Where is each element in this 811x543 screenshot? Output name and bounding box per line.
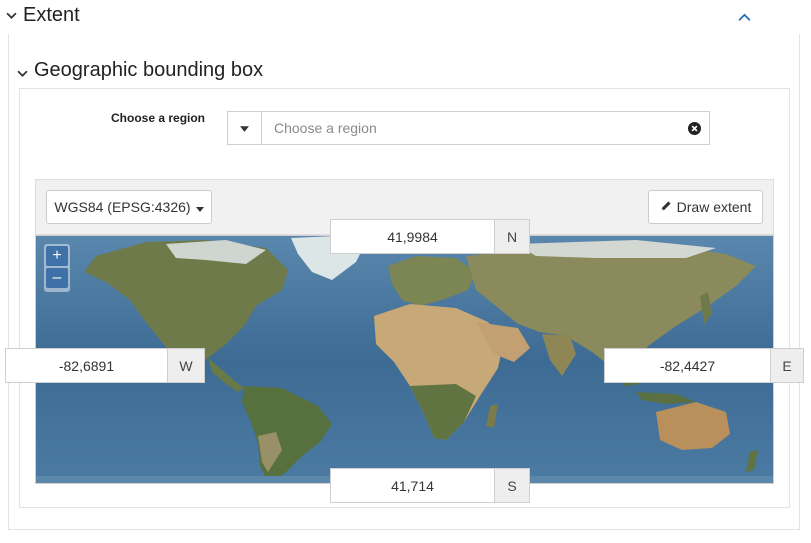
east-unit: E xyxy=(771,348,804,383)
zoom-in-button[interactable]: + xyxy=(46,246,68,266)
west-unit: W xyxy=(168,348,205,383)
region-dropdown-button[interactable] xyxy=(228,112,262,144)
section-header-extent[interactable]: Extent xyxy=(0,0,811,34)
projection-dropdown[interactable]: WGS84 (EPSG:4326) xyxy=(46,190,212,224)
east-input[interactable] xyxy=(604,348,771,383)
north-unit: N xyxy=(495,219,530,254)
clear-icon[interactable] xyxy=(679,112,709,144)
east-coordinate: E xyxy=(604,348,804,383)
section-title: Extent xyxy=(23,4,80,26)
zoom-out-button[interactable]: – xyxy=(46,268,68,288)
projection-label: WGS84 (EPSG:4326) xyxy=(54,199,191,215)
south-unit: S xyxy=(495,468,530,503)
draw-extent-label: Draw extent xyxy=(676,199,752,215)
region-input[interactable] xyxy=(262,112,679,144)
north-coordinate: N xyxy=(330,219,530,254)
region-select xyxy=(227,111,710,145)
caret-down-icon xyxy=(240,119,249,137)
west-input[interactable] xyxy=(5,348,168,383)
west-coordinate: W xyxy=(5,348,205,383)
zoom-control: + – xyxy=(44,244,70,292)
south-coordinate: S xyxy=(330,468,530,503)
chevron-down-icon[interactable] xyxy=(17,66,28,82)
north-input[interactable] xyxy=(330,219,495,254)
subsection-title: Geographic bounding box xyxy=(34,59,264,81)
draw-extent-button[interactable]: Draw extent xyxy=(648,190,763,224)
south-input[interactable] xyxy=(330,468,495,503)
pencil-icon xyxy=(660,199,672,215)
chevron-up-icon[interactable] xyxy=(738,9,751,25)
region-label: Choose a region xyxy=(111,111,206,125)
chevron-down-icon xyxy=(6,8,17,24)
caret-down-icon xyxy=(195,199,204,215)
